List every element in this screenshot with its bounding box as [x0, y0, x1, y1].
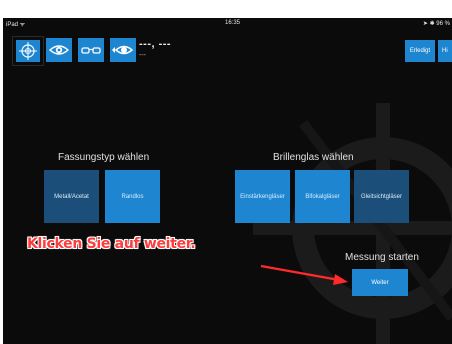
frame-option-metal-acetate[interactable]: Metall/Acetat — [44, 170, 99, 223]
frame-type-title: Fassungstyp wählen — [58, 152, 150, 163]
glasses-view-button[interactable] — [78, 38, 104, 62]
instruction-annotation: Klicken Sie auf weiter. — [27, 236, 196, 252]
eye-arrow-icon — [112, 45, 134, 55]
lens-option-bifocal[interactable]: Bifokalgläser — [295, 170, 350, 223]
status-battery: ➤ ✱ 96 % — [422, 21, 450, 27]
eye-view-button[interactable] — [46, 38, 72, 62]
eye-distance-button[interactable] — [110, 38, 136, 62]
crosshair-icon — [19, 42, 37, 60]
eye-icon — [48, 45, 70, 55]
measurement-readout: ---, --- — [139, 38, 172, 50]
next-button[interactable]: Weiter — [352, 269, 408, 296]
lens-option-progressive[interactable]: Gleitsichtgläser — [354, 170, 409, 223]
done-button[interactable]: Erledigt — [405, 40, 435, 62]
status-bar: iPad ᯤ 16:35 ➤ ✱ 96 % — [3, 18, 452, 30]
target-mode-button[interactable] — [12, 36, 44, 66]
measurement-readout-sub: --- — [139, 52, 146, 59]
start-measurement-title: Messung starten — [345, 252, 419, 263]
lens-option-single-vision[interactable]: Einstärkengläser — [235, 170, 290, 223]
status-carrier: iPad ᯤ — [6, 22, 26, 28]
glasses-icon — [81, 47, 101, 54]
status-time: 16:35 — [225, 20, 241, 26]
lens-type-title: Brillenglas wählen — [273, 152, 354, 163]
app-screen: iPad ᯤ 16:35 ➤ ✱ 96 % ---, --- --- Erled… — [3, 18, 452, 344]
frame-option-rimless[interactable]: Randlos — [105, 170, 160, 223]
help-button[interactable]: Hi — [438, 40, 452, 62]
